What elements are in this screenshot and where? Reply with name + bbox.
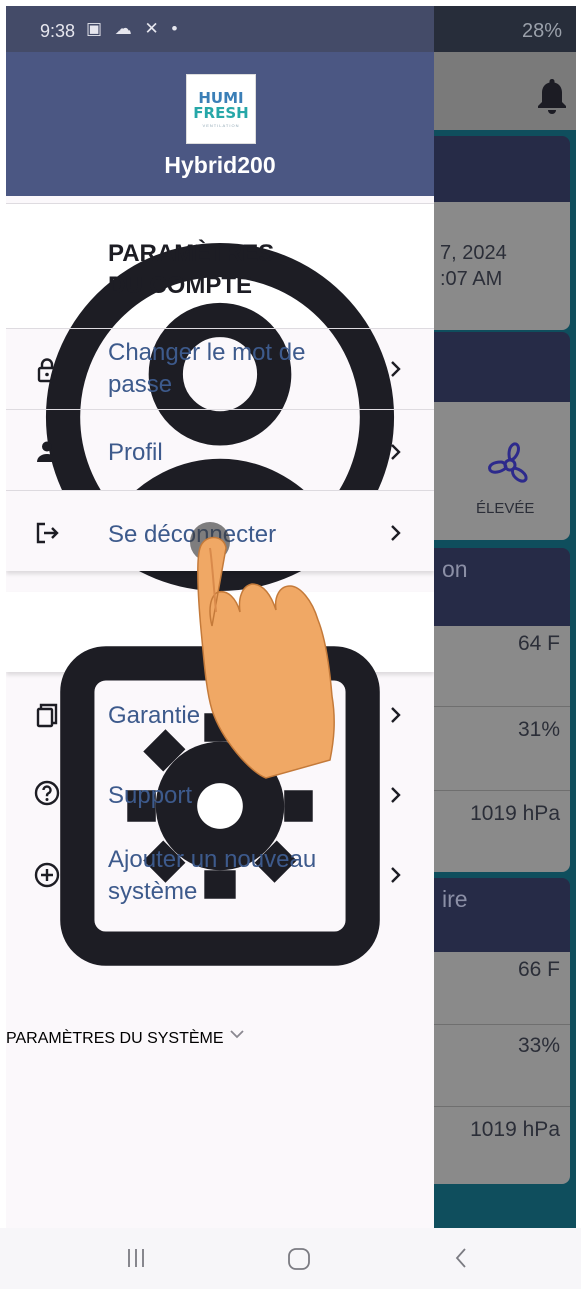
background-temperature: 64 F	[517, 632, 560, 655]
lock-icon	[37, 358, 57, 383]
background-pressure: 1019 hPa	[470, 802, 560, 825]
drawer-header: HUMI FRESH VENTILATION Hybrid200	[6, 52, 434, 196]
system-settings-label: PARAMÈTRES	[6, 1030, 116, 1047]
chevron-right-icon	[391, 707, 401, 723]
account-settings-label: DU COMPTE	[108, 272, 252, 299]
warranty-label: Garantie	[108, 702, 201, 729]
notification-icons: ▣ ☁ ✕ •	[86, 19, 182, 38]
fan-icon	[488, 442, 528, 483]
chevron-right-icon	[391, 867, 401, 883]
recent-apps-icon[interactable]	[124, 1246, 148, 1270]
help-icon	[34, 780, 60, 806]
back-icon[interactable]	[450, 1246, 474, 1270]
bell-icon[interactable]	[536, 76, 568, 116]
background-section-title: on	[442, 556, 468, 582]
background-section-title: ire	[442, 886, 468, 912]
fan-speed-label: ÉLEVÉE	[476, 500, 535, 517]
background-pressure: 1019 hPa	[470, 1118, 560, 1141]
system-navigation-bar	[0, 1228, 581, 1289]
account-settings-header[interactable]: PARAMÈTRES DU COMPTE	[6, 203, 434, 649]
system-settings-header[interactable]: PARAMÈTRES DU SYSTÈME	[6, 592, 434, 1047]
account-settings-label: PARAMÈTRES	[108, 240, 275, 267]
copy-icon	[36, 703, 58, 728]
chevron-down-icon	[230, 1030, 244, 1039]
logout-item[interactable]: Se déconnecter	[6, 491, 434, 571]
change-password-label: passe	[108, 371, 173, 398]
add-circle-icon	[34, 862, 60, 888]
add-system-label: Ajouter un nouveau	[108, 846, 317, 873]
logout-icon	[36, 522, 59, 544]
battery-indicator: 28%	[521, 20, 562, 42]
support-label: Support	[108, 782, 193, 809]
add-system-label: système	[108, 878, 198, 905]
system-settings-label: DU SYSTÈME	[119, 1030, 224, 1047]
background-time: :07 AM	[440, 268, 503, 290]
device-name: Hybrid200	[164, 152, 276, 178]
support-item[interactable]: Support	[6, 760, 434, 832]
background-temperature: 66 F	[517, 958, 560, 981]
background-humidity: 33%	[517, 1034, 560, 1057]
humifresh-logo: HUMI FRESH VENTILATION	[186, 74, 256, 144]
background-humidity: 31%	[517, 718, 560, 741]
logout-label: Se déconnecter	[108, 521, 277, 548]
chevron-right-icon	[391, 525, 401, 541]
change-password-item[interactable]: Changer le mot de passe	[6, 329, 434, 409]
profile-label: Profil	[108, 439, 163, 466]
chevron-right-icon	[391, 787, 401, 803]
change-password-label: Changer le mot de	[108, 339, 306, 366]
add-system-item[interactable]: Ajouter un nouveau système	[6, 840, 434, 920]
status-time: 9:38	[40, 21, 76, 41]
background-date: 7, 2024	[440, 242, 507, 264]
person-icon	[37, 441, 57, 462]
home-icon[interactable]	[286, 1246, 312, 1272]
chevron-right-icon	[391, 444, 401, 460]
status-bar: 9:38 ▣ ☁ ✕ •	[6, 6, 434, 52]
profile-item[interactable]: Profil	[6, 410, 434, 490]
chevron-right-icon	[391, 361, 401, 377]
warranty-item[interactable]: Garantie	[6, 680, 434, 752]
navigation-drawer: 9:38 ▣ ☁ ✕ • HUMI FRESH VENTILATION Hybr…	[6, 6, 434, 1228]
